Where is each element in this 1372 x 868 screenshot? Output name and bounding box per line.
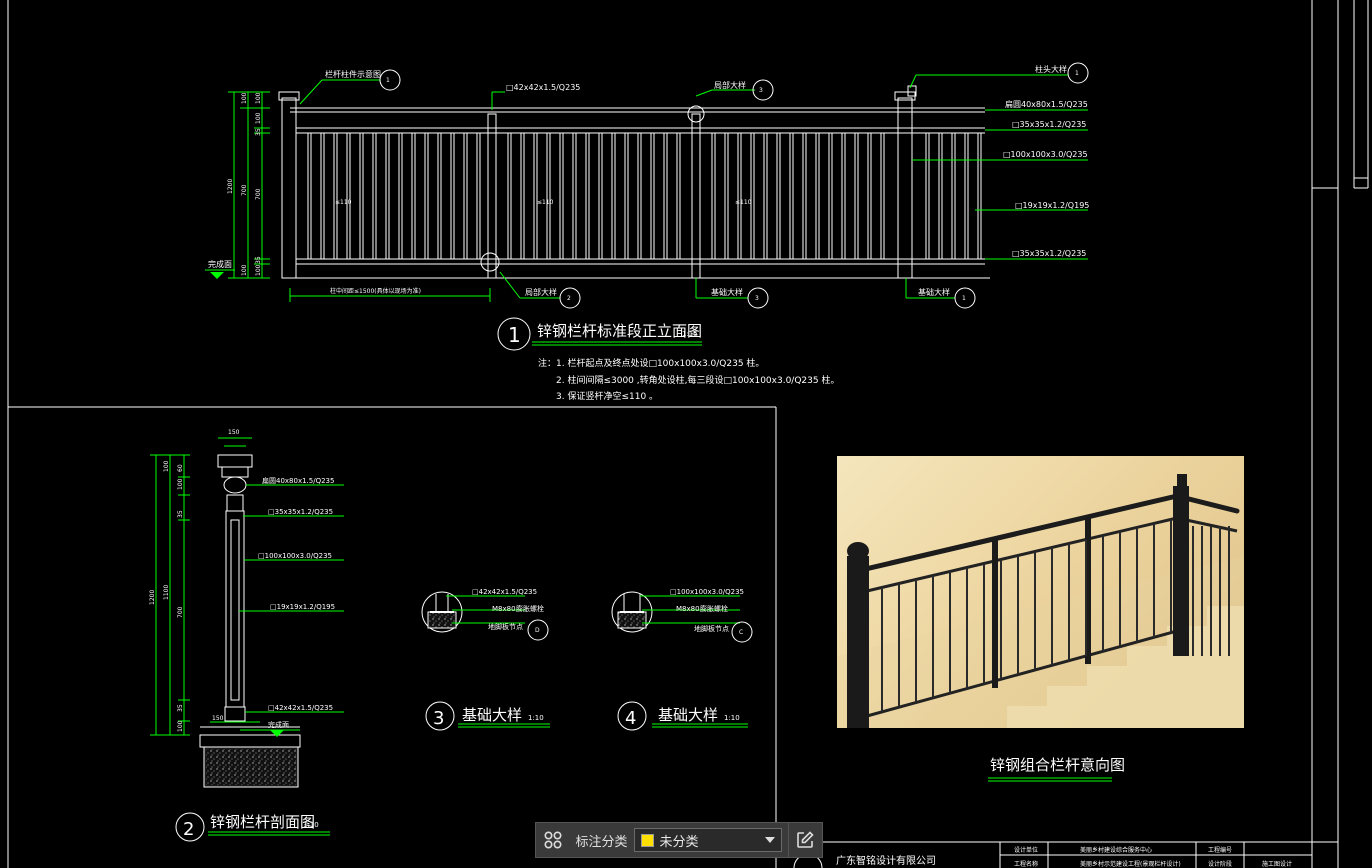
d4-label-node: 地脚板节点 [694, 624, 729, 633]
note-1: 注：1. 栏杆起点及终点处设□100x100x3.0/Q235 柱。 [538, 357, 764, 369]
elev-dim-0: 100 [241, 92, 248, 104]
sect-dim-7: 35 [177, 704, 184, 712]
cad-drawing-canvas[interactable]: 栏杆柱件示意图 □42x42x1.5/Q235 局部大样 柱头大样 扁圆40x8… [0, 0, 1372, 868]
elev-dim-6: 700 [255, 188, 262, 200]
svg-text:3: 3 [759, 87, 763, 94]
title-elevation: 锌钢栏杆标准段正立面图 [537, 322, 702, 340]
svg-text:1: 1 [508, 323, 521, 347]
railing-reference-photo [837, 456, 1244, 728]
title-block-cell1: 设计单位 [1014, 846, 1038, 854]
sect-label-toprail: □35x35x1.2/Q235 [268, 508, 333, 516]
d3-label-node: 地脚板节点 [488, 622, 523, 631]
title-block-company: 广东智铭设计有限公司 [836, 854, 936, 867]
d4-label-post: □100x100x3.0/Q235 [670, 588, 744, 596]
sect-label-ground: 完成面 [268, 720, 289, 729]
title-block-cell4: 工程名称 [1014, 860, 1038, 868]
chevron-down-icon [764, 837, 775, 843]
elev-gap-2: ≤110 [537, 199, 554, 206]
title-section-scale: 1:10 [303, 821, 319, 829]
elev-dim-2: 100 [255, 112, 262, 124]
sect-dim-4: 100 [177, 478, 184, 490]
elev-dim-9: 100 [255, 264, 262, 276]
title-block-cell5: 美丽乡村示范建设工程(景观栏杆设计) [1080, 860, 1181, 868]
elev-label-base2: 基础大样 [918, 287, 950, 297]
elev-gap-3: ≤110 [735, 199, 752, 206]
svg-text:2: 2 [183, 819, 194, 840]
elev-label-post: 栏杆柱件示意图 [325, 69, 381, 79]
title-block-cell3: 工程编号 [1208, 846, 1232, 854]
elevation-drawing [205, 62, 1089, 351]
sect-dim-1: 1100 [163, 585, 170, 600]
title-block-cell6: 设计阶段 [1208, 860, 1232, 868]
edit-note-icon[interactable] [787, 823, 823, 857]
elev-dim-4: 1200 [227, 179, 234, 194]
d4-label-bolt: M8x80 [676, 605, 700, 613]
svg-text:3: 3 [433, 708, 444, 729]
sect-dim-5: 35 [177, 510, 184, 518]
d3-label-bolt: M8x80 [492, 605, 516, 613]
elev-label-toprail: □35x35x1.2/Q235 [1012, 120, 1086, 129]
svg-text:1: 1 [962, 295, 966, 302]
annotation-category-select[interactable]: 未分类 [633, 828, 782, 852]
sect-label-handrail: 扁圆40x80x1.5/Q235 [262, 476, 334, 485]
d3-label-anchor: 膨胀螺栓 [516, 604, 544, 613]
annotation-category-label: 标注分类 [575, 834, 628, 850]
title-detail-4-scale: 1:10 [724, 714, 740, 722]
svg-text:4: 4 [625, 708, 636, 729]
note-3: 3. 保证竖杆净空≤110 。 [556, 390, 658, 402]
title-detail-4: 基础大样 [658, 706, 718, 724]
title-block-cell2: 美丽乡村建设综合服务中心 [1080, 846, 1152, 854]
elev-gap-1: ≤110 [335, 199, 352, 206]
d3-label-post: □42x42x1.5/Q235 [472, 588, 537, 596]
elev-label-rail: □42x42x1.5/Q235 [506, 83, 580, 92]
annotation-category-value: 未分类 [659, 834, 699, 850]
elev-label-bottomrail: □35x35x1.2/Q235 [1012, 249, 1086, 258]
elev-ground-label: 完成面 [208, 259, 232, 269]
elev-dim-1: 100 [255, 92, 262, 104]
sect-dim-top: 150 [228, 429, 240, 436]
annotation-toolbar: 标注分类 未分类 [535, 822, 823, 858]
svg-text:1: 1 [386, 77, 390, 84]
elev-dim-7: 35 [255, 256, 262, 264]
sect-dim-3: 60 [177, 464, 184, 472]
elev-dim-8: 100 [241, 264, 248, 276]
sect-label-bottom: □42x42x1.5/Q235 [268, 704, 333, 712]
sect-dim-6: 700 [177, 606, 184, 618]
svg-text:D: D [535, 627, 540, 634]
elev-span-dim: 柱中间距≤1500(具体以现场为准) [330, 287, 421, 295]
title-block-cell7: 施工图设计 [1262, 860, 1292, 868]
elev-dim-5: 700 [241, 184, 248, 196]
title-section: 锌钢栏杆剖面图 [210, 813, 315, 831]
d4-label-anchor: 膨胀螺栓 [700, 604, 728, 613]
svg-text:1: 1 [1075, 70, 1079, 77]
section-drawing [150, 437, 344, 842]
elev-label-handrail: 扁圆40x80x1.5/Q235 [1005, 99, 1088, 109]
elev-label-detail2: 局部大样 [525, 287, 557, 297]
elev-label-cap: 柱头大样 [1035, 64, 1067, 74]
title-detail-3: 基础大样 [462, 706, 522, 724]
svg-text:3: 3 [755, 295, 759, 302]
elev-label-post-spec: □100x100x3.0/Q235 [1003, 150, 1088, 159]
category-color-swatch [640, 833, 654, 847]
elev-dim-3: 35 [255, 128, 262, 136]
elev-label-detail: 局部大样 [714, 80, 746, 90]
elev-label-base1: 基础大样 [711, 287, 743, 297]
sect-dim-bottom: 150 [212, 715, 224, 722]
elev-label-baluster: □19x19x1.2/Q195 [1015, 201, 1089, 210]
photo-caption: 锌钢组合栏杆意向图 [990, 756, 1125, 774]
svg-text:C: C [739, 629, 743, 636]
grid-apps-icon[interactable] [536, 823, 570, 857]
note-2: 2. 柱间间隔≤3000 ,转角处设柱,每三段设□100x100x3.0/Q23… [556, 374, 839, 386]
sect-label-post: □100x100x3.0/Q235 [258, 552, 332, 560]
svg-text:2: 2 [567, 295, 571, 302]
sect-dim-8: 100 [177, 720, 184, 732]
title-detail-3-scale: 1:10 [528, 714, 544, 722]
title-elevation-scale: 1:15 [682, 330, 698, 338]
sect-label-baluster: □19x19x1.2/Q195 [270, 603, 335, 611]
sect-dim-2: 1200 [149, 590, 156, 605]
sect-dim-0: 100 [163, 460, 170, 472]
